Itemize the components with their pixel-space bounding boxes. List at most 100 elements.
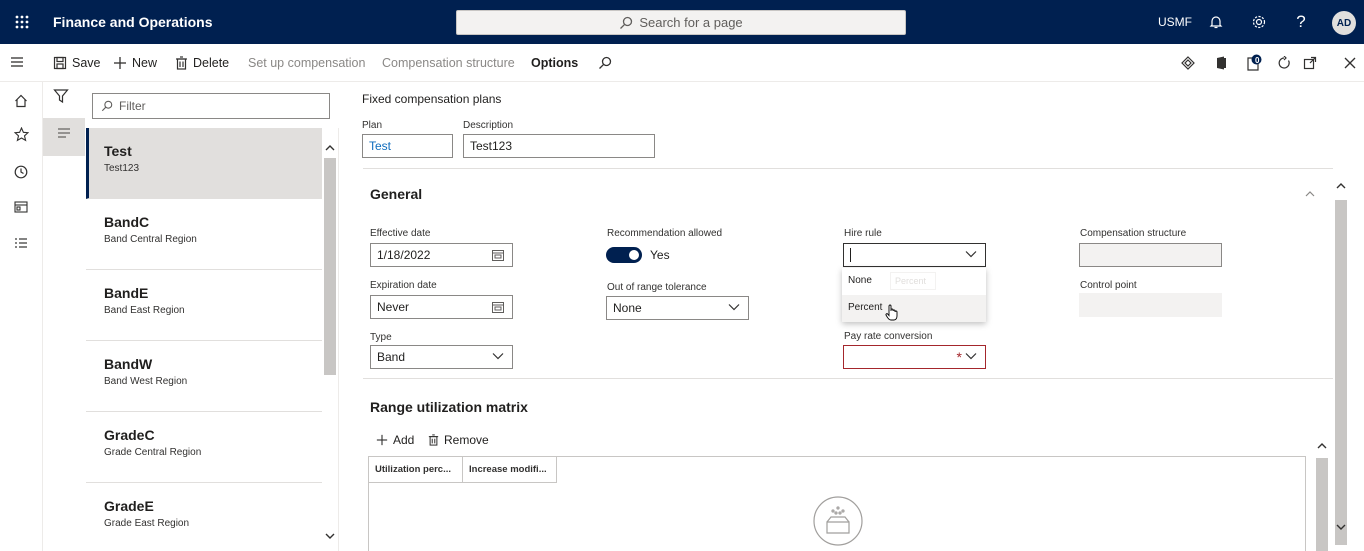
compensation-structure-label: Compensation structure bbox=[1080, 228, 1187, 239]
gear-icon[interactable] bbox=[1244, 0, 1274, 44]
search-placeholder: Search for a page bbox=[639, 15, 743, 30]
modules-icon[interactable] bbox=[10, 232, 32, 254]
list-lines-icon bbox=[58, 128, 70, 138]
description-label: Description bbox=[463, 120, 514, 131]
chevron-up-icon[interactable] bbox=[1316, 440, 1328, 452]
compensation-structure-field[interactable] bbox=[1079, 243, 1222, 267]
record-list: Test Test123 BandC Band Central Region B… bbox=[86, 128, 339, 551]
company-picker[interactable]: USMF bbox=[1158, 0, 1192, 44]
hire-rule-select[interactable] bbox=[843, 243, 986, 267]
description-field[interactable]: Test123 bbox=[463, 134, 655, 158]
filter-input[interactable]: Filter bbox=[92, 93, 330, 119]
search-box[interactable]: Search for a page bbox=[456, 10, 906, 35]
text-caret bbox=[850, 248, 851, 262]
list-item-subtitle: Test123 bbox=[104, 163, 140, 174]
plan-label: Plan bbox=[362, 120, 383, 131]
list-item-title: BandE bbox=[104, 285, 149, 301]
trash-icon bbox=[428, 434, 439, 446]
column-header-increase[interactable]: Increase modifi... bbox=[463, 457, 557, 483]
dropdown-option-none[interactable]: None Percent bbox=[842, 268, 986, 295]
list-scrollbar[interactable] bbox=[322, 128, 338, 551]
hire-rule-label: Hire rule bbox=[844, 228, 882, 239]
required-asterisk: * bbox=[956, 349, 962, 365]
grid-scrollbar[interactable] bbox=[1314, 428, 1330, 551]
chevron-down-icon[interactable] bbox=[1335, 521, 1347, 533]
column-header-utilization[interactable]: Utilization perc... bbox=[369, 457, 463, 483]
empty-grid-icon bbox=[813, 496, 863, 546]
refresh-icon[interactable] bbox=[1272, 44, 1296, 82]
filter-placeholder: Filter bbox=[119, 99, 146, 113]
add-button[interactable]: Add bbox=[376, 428, 414, 452]
form-scroll-thumb[interactable] bbox=[1335, 200, 1347, 545]
list-item[interactable]: BandW Band West Region bbox=[86, 341, 322, 412]
effective-date-field[interactable]: 1/18/2022 bbox=[370, 243, 513, 267]
setup-compensation-button[interactable]: Set up compensation bbox=[248, 44, 365, 82]
clock-icon[interactable] bbox=[10, 161, 32, 183]
bell-icon[interactable] bbox=[1201, 0, 1231, 44]
type-select[interactable]: Band bbox=[370, 345, 513, 369]
list-item[interactable]: Test Test123 bbox=[86, 128, 322, 199]
calendar-icon[interactable] bbox=[492, 249, 504, 261]
chevron-down-icon bbox=[492, 353, 504, 360]
chevron-up-icon[interactable] bbox=[324, 142, 336, 154]
recommendation-label: Recommendation allowed bbox=[607, 228, 723, 239]
home-icon[interactable] bbox=[10, 90, 32, 112]
workspace-icon[interactable] bbox=[10, 196, 32, 218]
dropdown-option-percent[interactable]: Percent bbox=[842, 295, 986, 322]
star-icon[interactable] bbox=[10, 123, 32, 145]
open-new-window-icon[interactable] bbox=[1298, 44, 1322, 82]
recommendation-toggle[interactable] bbox=[606, 247, 642, 263]
control-point-field bbox=[1079, 293, 1222, 317]
filter-icon[interactable] bbox=[53, 88, 69, 104]
delete-button[interactable]: Delete bbox=[175, 44, 229, 82]
range-utilization-title[interactable]: Range utilization matrix bbox=[370, 399, 528, 415]
list-view-toggle[interactable] bbox=[43, 118, 85, 156]
expiration-date-field[interactable]: Never bbox=[370, 295, 513, 319]
list-item[interactable]: GradeE Grade East Region bbox=[86, 483, 322, 551]
out-of-range-select[interactable]: None bbox=[606, 296, 749, 320]
pay-rate-select[interactable]: * bbox=[843, 345, 986, 369]
app-launcher-icon[interactable] bbox=[0, 0, 44, 44]
save-button[interactable]: Save bbox=[53, 44, 101, 82]
type-label: Type bbox=[370, 332, 392, 343]
chevron-down-icon bbox=[728, 304, 740, 311]
remove-button[interactable]: Remove bbox=[428, 428, 489, 452]
list-tools bbox=[43, 82, 85, 551]
diamond-icon[interactable] bbox=[1176, 44, 1200, 82]
list-scroll-thumb[interactable] bbox=[324, 158, 336, 375]
drag-ghost: Percent bbox=[890, 272, 936, 290]
page-title: Fixed compensation plans bbox=[362, 92, 502, 106]
options-tab[interactable]: Options bbox=[531, 44, 578, 82]
hamburger-icon[interactable] bbox=[8, 53, 26, 71]
pay-rate-label: Pay rate conversion bbox=[844, 331, 933, 342]
list-item[interactable]: BandC Band Central Region bbox=[86, 199, 322, 270]
chevron-down-icon[interactable] bbox=[324, 530, 336, 542]
navigation-bar bbox=[0, 82, 43, 551]
form-scrollbar[interactable] bbox=[1333, 170, 1349, 551]
chevron-down-icon bbox=[965, 353, 977, 360]
section-divider bbox=[363, 378, 1333, 379]
avatar[interactable]: AD bbox=[1332, 11, 1356, 35]
close-icon[interactable] bbox=[1338, 44, 1362, 82]
trash-icon bbox=[176, 56, 187, 70]
collapse-chevron-icon[interactable] bbox=[1305, 191, 1315, 197]
plan-field[interactable]: Test bbox=[362, 134, 453, 158]
control-point-label: Control point bbox=[1080, 280, 1137, 291]
grid-scroll-thumb[interactable] bbox=[1316, 458, 1328, 551]
new-button[interactable]: New bbox=[113, 44, 157, 82]
plus-icon bbox=[114, 57, 126, 69]
compensation-structure-button[interactable]: Compensation structure bbox=[382, 44, 515, 82]
search-icon bbox=[620, 16, 633, 29]
general-title[interactable]: General bbox=[370, 186, 422, 202]
help-icon[interactable]: ? bbox=[1286, 0, 1316, 44]
app-title[interactable]: Finance and Operations bbox=[53, 0, 212, 44]
filter-search-icon bbox=[101, 100, 113, 112]
chevron-up-icon[interactable] bbox=[1335, 180, 1347, 192]
save-icon bbox=[53, 56, 67, 70]
list-item[interactable]: BandE Band East Region bbox=[86, 270, 322, 341]
office-icon[interactable] bbox=[1209, 44, 1233, 82]
attachment-icon[interactable]: 0 bbox=[1242, 44, 1266, 82]
list-item[interactable]: GradeC Grade Central Region bbox=[86, 412, 322, 483]
calendar-icon[interactable] bbox=[492, 301, 504, 313]
action-search-icon[interactable] bbox=[598, 44, 612, 82]
